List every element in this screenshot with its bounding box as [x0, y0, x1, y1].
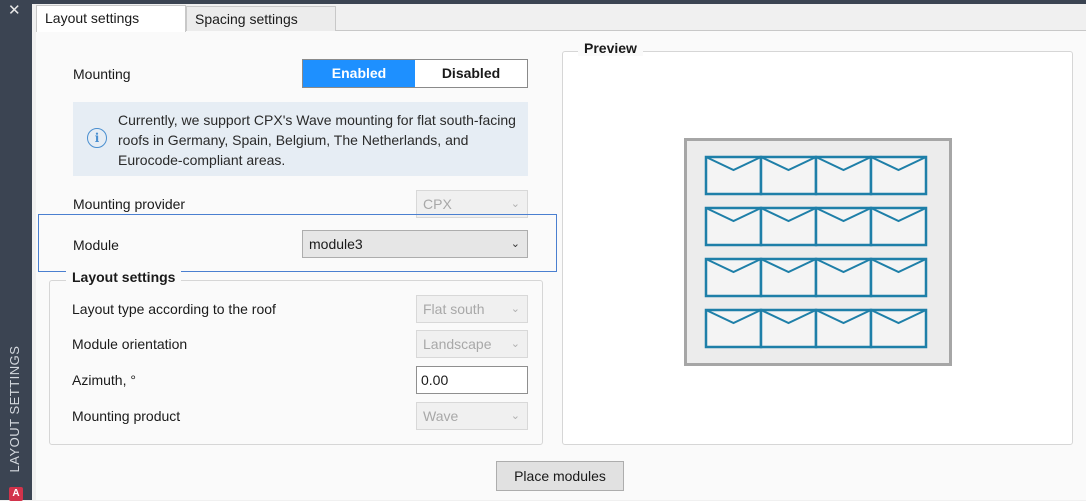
solar-module: [814, 155, 873, 196]
solar-module: [814, 257, 873, 298]
module-value: module3: [309, 236, 363, 252]
side-panel-title[interactable]: LAYOUT SETTINGS: [7, 339, 25, 479]
solar-module: [759, 308, 818, 349]
layout-type-value: Flat south: [423, 301, 485, 317]
mounting-label: Mounting: [73, 66, 131, 82]
mounting-toggle: Enabled Disabled: [302, 59, 528, 88]
solar-module: [704, 206, 763, 247]
solar-module: [704, 155, 763, 196]
module-select[interactable]: module3 ⌄: [302, 230, 528, 258]
solar-module: [814, 308, 873, 349]
side-panel-strip: ✕ LAYOUT SETTINGS A: [0, 0, 32, 501]
solar-module: [869, 155, 928, 196]
chevron-down-icon: ⌄: [510, 238, 520, 250]
place-modules-button[interactable]: Place modules: [496, 461, 624, 491]
preview-title: Preview: [578, 40, 643, 56]
close-icon[interactable]: ✕: [8, 1, 21, 19]
top-border: [32, 0, 1086, 4]
tab-layout-settings[interactable]: Layout settings: [36, 5, 186, 32]
disabled-button[interactable]: Disabled: [415, 60, 527, 87]
solar-module: [704, 308, 763, 349]
layout-type-select: Flat south ⌄: [416, 295, 528, 323]
mounting-product-value: Wave: [423, 408, 459, 424]
layout-type-label: Layout type according to the roof: [72, 301, 276, 317]
info-text: Currently, we support CPX's Wave mountin…: [118, 112, 516, 168]
chevron-down-icon: ⌄: [510, 303, 520, 315]
azimuth-label: Azimuth, °: [72, 372, 136, 388]
solar-module: [869, 308, 928, 349]
preview-roof-diagram: [684, 138, 952, 366]
chevron-down-icon: ⌄: [510, 410, 520, 422]
solar-module: [869, 206, 928, 247]
solar-module: [759, 257, 818, 298]
mounting-product-select: Wave ⌄: [416, 402, 528, 430]
info-banner: i Currently, we support CPX's Wave mount…: [73, 102, 528, 176]
azimuth-input[interactable]: 0.00: [416, 366, 528, 394]
module-orientation-value: Landscape: [423, 336, 492, 352]
mounting-product-label: Mounting product: [72, 408, 181, 424]
mounting-provider-label: Mounting provider: [73, 196, 186, 212]
solar-module: [704, 257, 763, 298]
chevron-down-icon: ⌄: [510, 338, 520, 350]
solar-module: [869, 257, 928, 298]
module-orientation-select: Landscape ⌄: [416, 330, 528, 358]
solar-module: [759, 206, 818, 247]
info-icon: i: [87, 128, 107, 148]
module-label: Module: [73, 237, 119, 253]
mounting-provider-value: CPX: [423, 196, 452, 212]
layout-settings-group-title: Layout settings: [66, 269, 182, 285]
enabled-button[interactable]: Enabled: [303, 60, 415, 87]
tab-spacing-settings[interactable]: Spacing settings: [186, 6, 336, 31]
solar-module: [759, 155, 818, 196]
solar-module: [814, 206, 873, 247]
app-badge-icon: A: [9, 487, 23, 501]
module-orientation-label: Module orientation: [72, 336, 188, 352]
